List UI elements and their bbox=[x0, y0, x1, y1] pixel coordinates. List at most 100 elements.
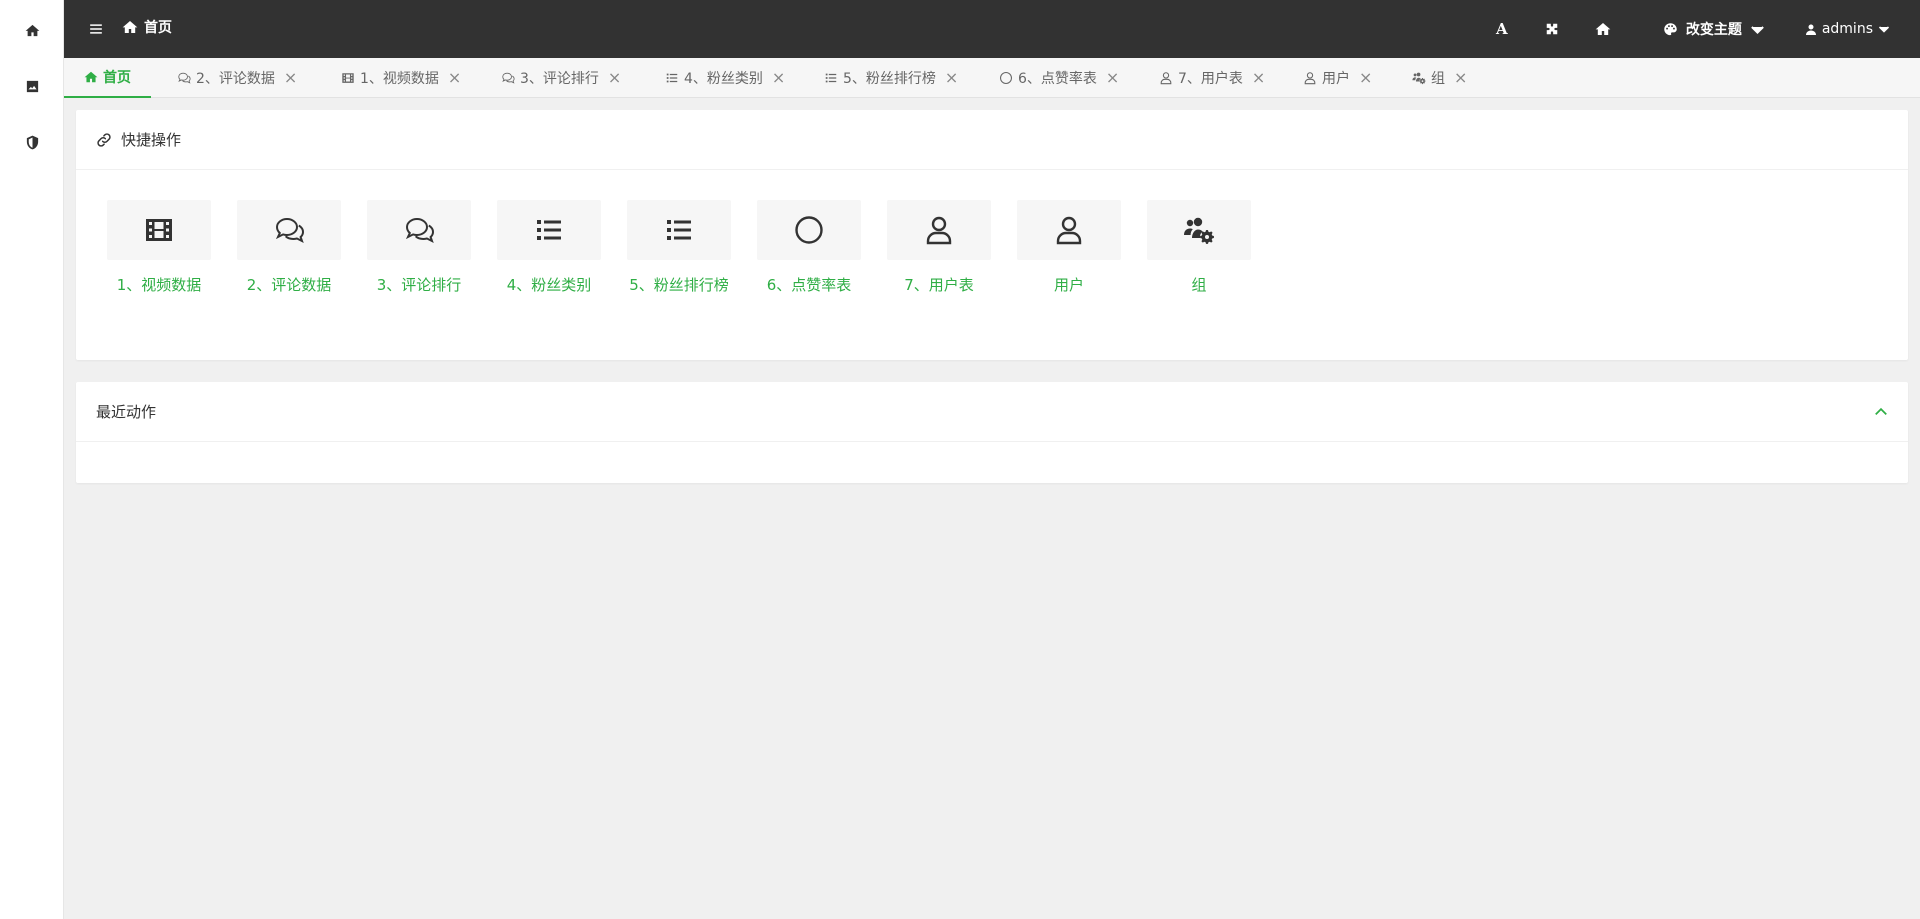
shortcut-icon-box bbox=[367, 200, 471, 260]
menu-toggle-button[interactable] bbox=[84, 17, 108, 41]
user-name: admins bbox=[1821, 21, 1873, 37]
card-header: 最近动作 bbox=[76, 382, 1908, 442]
shortcut-label: 用户 bbox=[1053, 276, 1084, 294]
list-icon bbox=[824, 71, 838, 85]
tab-label: 2、评论数据 bbox=[196, 71, 275, 87]
close-icon[interactable]: × bbox=[1359, 70, 1372, 86]
user-icon bbox=[1303, 71, 1317, 85]
palette-icon bbox=[1663, 22, 1678, 37]
tab-user-table[interactable]: 7、用户表 × bbox=[1159, 58, 1265, 98]
shortcut-users[interactable]: 用户 bbox=[1017, 200, 1121, 295]
theme-label: 改变主题 bbox=[1685, 22, 1742, 38]
shortcut-icon-box bbox=[627, 200, 731, 260]
users-cog-icon bbox=[1183, 214, 1215, 246]
tab-fan-ranking[interactable]: 5、粉丝排行榜 × bbox=[824, 58, 958, 98]
tab-like-rate[interactable]: 6、点赞率表 × bbox=[999, 58, 1119, 98]
shortcut-fan-category[interactable]: 4、粉丝类别 bbox=[497, 200, 601, 295]
shortcut-icon-box bbox=[497, 200, 601, 260]
user-icon bbox=[1053, 214, 1085, 246]
circle-icon bbox=[999, 71, 1013, 85]
tab-video-data[interactable]: 1、视频数据 × bbox=[341, 58, 461, 98]
shortcut-icon-box bbox=[107, 200, 211, 260]
top-bar: 首页 A 改变主题 admins bbox=[64, 0, 1920, 58]
comments-icon bbox=[177, 71, 191, 85]
shortcut-icon-box bbox=[237, 200, 341, 260]
tab-comment-ranking[interactable]: 3、评论排行 × bbox=[501, 58, 621, 98]
recent-actions-card: 最近动作 bbox=[76, 382, 1908, 483]
font-size-button[interactable]: A bbox=[1477, 0, 1527, 58]
link-icon bbox=[96, 132, 112, 148]
tab-home[interactable]: 首页 bbox=[64, 58, 151, 98]
list-icon bbox=[665, 71, 679, 85]
rail-image-button[interactable] bbox=[0, 64, 64, 108]
close-icon[interactable]: × bbox=[608, 70, 621, 86]
quick-actions-card: 快捷操作 1、视频数据 2、评论数据 3、评论排行 4、粉丝类别 5、粉丝排行榜 bbox=[76, 110, 1908, 360]
close-icon[interactable]: × bbox=[772, 70, 785, 86]
shortcut-icon-box bbox=[1147, 200, 1251, 260]
list-icon bbox=[663, 214, 695, 246]
close-icon[interactable]: × bbox=[448, 70, 461, 86]
shortcut-comment-data[interactable]: 2、评论数据 bbox=[237, 200, 341, 295]
chevron-down-icon bbox=[1750, 22, 1765, 37]
home-icon bbox=[122, 19, 138, 35]
rail-home-button[interactable] bbox=[0, 8, 64, 52]
rail-shield-button[interactable] bbox=[0, 120, 64, 164]
tab-label: 5、粉丝排行榜 bbox=[843, 71, 936, 87]
hamburger-icon bbox=[89, 22, 103, 36]
tab-label: 7、用户表 bbox=[1178, 71, 1243, 87]
tab-users[interactable]: 用户 × bbox=[1303, 58, 1372, 98]
user-menu-dropdown[interactable]: admins bbox=[1789, 0, 1920, 58]
breadcrumb[interactable]: 首页 bbox=[122, 16, 172, 38]
shortcut-comment-ranking[interactable]: 3、评论排行 bbox=[367, 200, 471, 295]
user-icon bbox=[1159, 71, 1173, 85]
plugins-button[interactable] bbox=[1527, 0, 1577, 58]
close-icon[interactable]: × bbox=[1106, 70, 1119, 86]
shortcut-like-rate[interactable]: 6、点赞率表 bbox=[757, 200, 861, 295]
tab-label: 3、评论排行 bbox=[520, 71, 599, 87]
tab-label: 用户 bbox=[1322, 71, 1350, 87]
image-icon bbox=[25, 79, 40, 94]
home-icon bbox=[84, 70, 98, 84]
shortcut-label: 5、粉丝排行榜 bbox=[629, 276, 729, 294]
home-button[interactable] bbox=[1577, 0, 1629, 58]
user-icon bbox=[923, 214, 955, 246]
card-title: 最近动作 bbox=[96, 403, 157, 421]
change-theme-dropdown[interactable]: 改变主题 bbox=[1629, 0, 1789, 58]
collapse-button[interactable] bbox=[1874, 404, 1888, 418]
tab-label: 组 bbox=[1431, 71, 1445, 87]
close-icon[interactable]: × bbox=[284, 70, 297, 86]
puzzle-icon bbox=[1545, 22, 1559, 36]
shortcut-user-table[interactable]: 7、用户表 bbox=[887, 200, 991, 295]
circle-icon bbox=[793, 214, 825, 246]
close-icon[interactable]: × bbox=[1454, 70, 1467, 86]
tab-strip: 首页 2、评论数据 × 1、视频数据 × 3、评论排行 × 4、粉丝类别 × 5… bbox=[64, 58, 1920, 98]
home-icon bbox=[25, 23, 40, 38]
shortcut-label: 7、用户表 bbox=[904, 276, 974, 294]
shortcut-video-data[interactable]: 1、视频数据 bbox=[107, 200, 211, 295]
film-icon bbox=[143, 214, 175, 246]
font-icon: A bbox=[1496, 20, 1508, 38]
shortcut-label: 1、视频数据 bbox=[116, 276, 202, 294]
user-icon bbox=[1805, 23, 1817, 36]
tab-comment-data[interactable]: 2、评论数据 × bbox=[177, 58, 297, 98]
comments-icon bbox=[501, 71, 515, 85]
close-icon[interactable]: × bbox=[1252, 70, 1265, 86]
shortcut-fan-ranking[interactable]: 5、粉丝排行榜 bbox=[627, 200, 731, 295]
tab-fan-category[interactable]: 4、粉丝类别 × bbox=[665, 58, 785, 98]
shortcut-icon-box bbox=[887, 200, 991, 260]
home-icon bbox=[1595, 21, 1611, 37]
chevron-up-icon bbox=[1874, 405, 1888, 419]
close-icon[interactable]: × bbox=[945, 70, 958, 86]
shortcut-label: 组 bbox=[1191, 276, 1207, 294]
shortcut-label: 4、粉丝类别 bbox=[506, 276, 592, 294]
tab-groups[interactable]: 组 × bbox=[1412, 58, 1467, 98]
comments-icon bbox=[403, 214, 435, 246]
card-header: 快捷操作 bbox=[76, 110, 1908, 170]
chevron-down-icon bbox=[1878, 23, 1890, 35]
shortcut-label: 6、点赞率表 bbox=[766, 276, 852, 294]
shortcut-groups[interactable]: 组 bbox=[1147, 200, 1251, 295]
shield-icon bbox=[25, 135, 40, 150]
card-title: 快捷操作 bbox=[121, 131, 182, 149]
shortcut-label: 2、评论数据 bbox=[246, 276, 332, 294]
top-toolbar: A 改变主题 admins bbox=[1477, 0, 1920, 58]
